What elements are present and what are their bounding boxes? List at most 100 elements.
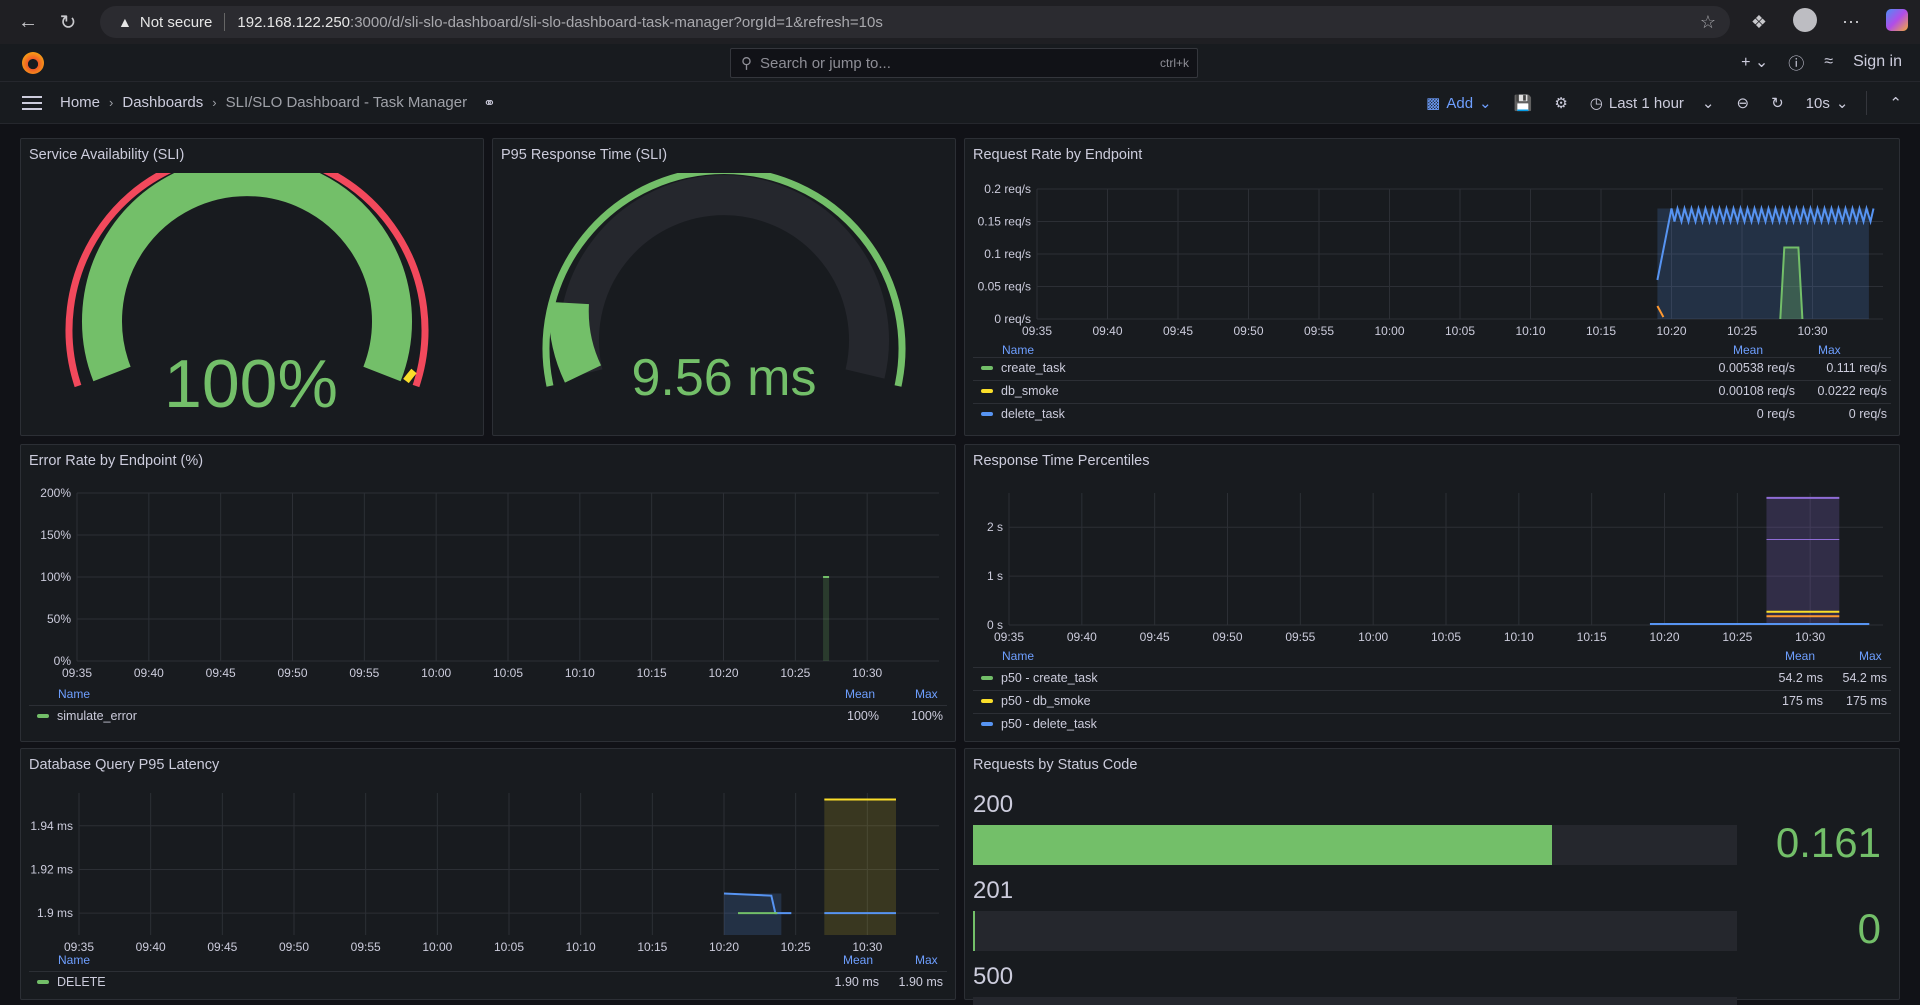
legend-item[interactable]: p50 - create_task bbox=[981, 671, 1098, 685]
series-swatch bbox=[981, 699, 993, 703]
sign-in-link[interactable]: Sign in bbox=[1853, 53, 1902, 71]
status-code-panel[interactable]: Requests by Status Code 200 0.161 201 0 500 bbox=[964, 748, 1900, 1005]
x-tick-label: 09:55 bbox=[1304, 324, 1334, 338]
x-tick-label: 10:00 bbox=[1358, 630, 1388, 644]
share-icon[interactable]: ⚭ bbox=[483, 94, 496, 112]
help-icon[interactable]: ⓘ bbox=[1788, 50, 1804, 74]
legend-name-header[interactable]: Name bbox=[58, 953, 90, 967]
percentiles-panel[interactable]: Response Time Percentiles 0 s1 s2 s 09:35… bbox=[964, 444, 1900, 742]
legend-mean-header[interactable]: Mean bbox=[1785, 649, 1815, 663]
legend-item[interactable]: simulate_error bbox=[37, 709, 137, 723]
status-bar-track bbox=[973, 911, 1737, 951]
availability-panel[interactable]: Service Availability (SLI) 100% bbox=[20, 138, 484, 436]
legend-mean-value: 0 req/s bbox=[1756, 407, 1795, 421]
grafana-logo-icon[interactable] bbox=[22, 52, 44, 74]
panel-title: Database Query P95 Latency bbox=[29, 757, 220, 773]
x-tick-label: 09:40 bbox=[1067, 630, 1097, 644]
legend-name-header[interactable]: Name bbox=[58, 687, 90, 701]
assistant-icon[interactable] bbox=[1874, 8, 1920, 36]
legend-item-name: create_task bbox=[1001, 361, 1066, 375]
legend-mean-value: 175 ms bbox=[1782, 694, 1823, 708]
legend-max-header[interactable]: Max bbox=[915, 687, 938, 701]
more-menu-icon[interactable]: ⋯ bbox=[1828, 12, 1874, 33]
add-button[interactable]: ▩ Add ⌄ bbox=[1426, 94, 1491, 113]
legend-divider bbox=[973, 713, 1891, 714]
status-code-label: 201 bbox=[973, 877, 1014, 904]
panel-title: Error Rate by Endpoint (%) bbox=[29, 453, 204, 469]
series-create_task-line bbox=[1779, 246, 1804, 320]
panel-title: Requests by Status Code bbox=[973, 757, 1138, 773]
breadcrumb-dashboards[interactable]: Dashboards bbox=[122, 94, 203, 111]
breadcrumb-home[interactable]: Home bbox=[60, 94, 100, 111]
legend-max-header[interactable]: Max bbox=[915, 953, 938, 967]
legend-mean-header[interactable]: Mean bbox=[845, 687, 875, 701]
x-tick-label: 10:00 bbox=[421, 666, 451, 680]
legend-divider bbox=[973, 690, 1891, 691]
clock-icon: ◷ bbox=[1589, 95, 1603, 112]
legend-item-name: delete_task bbox=[1001, 407, 1065, 421]
legend-divider bbox=[973, 403, 1891, 404]
save-icon[interactable]: 💾 bbox=[1514, 94, 1533, 112]
x-tick-label: 10:15 bbox=[1586, 324, 1616, 338]
browser-toolbar: ← ↻ ▲ Not secure 192.168.122.250:3000/d/… bbox=[0, 0, 1920, 44]
legend-mean-header[interactable]: Mean bbox=[843, 953, 873, 967]
extensions-icon[interactable]: ❖ bbox=[1736, 12, 1782, 33]
url-path: :3000/d/sli-slo-dashboard/sli-slo-dashbo… bbox=[350, 13, 883, 31]
x-tick-label: 09:40 bbox=[1092, 324, 1122, 338]
legend-item[interactable]: create_task bbox=[981, 361, 1066, 375]
y-tick-label: 1.9 ms bbox=[37, 906, 73, 920]
search-shortcut: ctrl+k bbox=[1159, 56, 1189, 70]
legend-item[interactable]: db_smoke bbox=[981, 384, 1059, 398]
legend-item[interactable]: p50 - delete_task bbox=[981, 717, 1097, 731]
p95-value: 9.56 ms bbox=[632, 349, 817, 407]
search-input[interactable]: ⚲ Search or jump to... ctrl+k bbox=[730, 48, 1198, 78]
x-tick-label: 10:10 bbox=[565, 666, 595, 680]
error-rate-panel[interactable]: Error Rate by Endpoint (%) 0% 50% 100% 150%… bbox=[20, 444, 956, 742]
y-tick-label: 0.05 req/s bbox=[978, 280, 1031, 294]
y-tick-label: 200% bbox=[40, 486, 71, 500]
address-bar[interactable]: ▲ Not secure 192.168.122.250:3000/d/sli-… bbox=[100, 6, 1730, 38]
time-range-picker[interactable]: ◷ Last 1 hour ⌄ bbox=[1589, 94, 1715, 113]
profile-icon[interactable] bbox=[1782, 7, 1828, 37]
legend-max-header[interactable]: Max bbox=[1818, 343, 1841, 357]
refresh-icon[interactable]: ↻ bbox=[1771, 94, 1784, 112]
settings-gear-icon[interactable]: ⚙ bbox=[1554, 94, 1567, 112]
legend-max-value: 175 ms bbox=[1846, 694, 1887, 708]
status-bar-value: 0.161 bbox=[1775, 819, 1881, 866]
x-tick-label: 10:15 bbox=[637, 940, 667, 954]
db-latency-panel[interactable]: Database Query P95 Latency 1.9 ms 1.92 ms… bbox=[20, 748, 956, 1000]
reload-icon[interactable]: ↻ bbox=[48, 0, 88, 44]
menu-icon[interactable] bbox=[22, 95, 42, 110]
security-label: Not secure bbox=[139, 13, 213, 31]
new-plus-icon[interactable]: + ⌄ bbox=[1741, 52, 1768, 72]
p95-panel[interactable]: P95 Response Time (SLI) 9.56 ms bbox=[492, 138, 956, 436]
percentile-band bbox=[1766, 497, 1840, 625]
back-icon[interactable]: ← bbox=[8, 0, 48, 44]
x-tick-label: 09:50 bbox=[279, 940, 309, 954]
x-tick-label: 09:35 bbox=[64, 940, 94, 954]
y-tick-label: 2 s bbox=[987, 520, 1003, 534]
request-rate-panel[interactable]: Request Rate by Endpoint 0 req/s 0.05 req… bbox=[964, 138, 1900, 436]
legend-mean-header[interactable]: Mean bbox=[1733, 343, 1763, 357]
p95-gauge: 9.56 ms bbox=[542, 173, 906, 407]
x-tick-label: 10:25 bbox=[1727, 324, 1757, 338]
refresh-interval-picker[interactable]: 10s ⌄ bbox=[1806, 94, 1849, 113]
legend-item[interactable]: DELETE bbox=[37, 975, 106, 989]
db-latency-chart: 1.9 ms 1.92 ms 1.94 ms 09:35 09:40 09:45 09:50… bbox=[30, 793, 939, 954]
x-tick-label: 10:05 bbox=[1431, 630, 1461, 644]
legend-name-header[interactable]: Name bbox=[1002, 649, 1034, 663]
chevron-right-icon: › bbox=[212, 95, 217, 110]
series-swatch bbox=[981, 722, 993, 726]
legend-name-header[interactable]: Name bbox=[1002, 343, 1034, 357]
rss-icon[interactable]: ≈ bbox=[1824, 53, 1833, 71]
x-tick-label: 09:50 bbox=[1233, 324, 1263, 338]
legend-item[interactable]: p50 - db_smoke bbox=[981, 694, 1091, 708]
divider bbox=[224, 13, 226, 31]
legend-max-header[interactable]: Max bbox=[1859, 649, 1882, 663]
zoom-out-icon[interactable]: ⊖ bbox=[1737, 94, 1750, 112]
series-swatch bbox=[981, 366, 993, 370]
bookmark-star-icon[interactable]: ☆ bbox=[1700, 12, 1716, 33]
search-placeholder: Search or jump to... bbox=[760, 54, 891, 72]
collapse-chevron-icon[interactable]: ⌃ bbox=[1889, 94, 1902, 112]
legend-item[interactable]: delete_task bbox=[981, 407, 1065, 421]
